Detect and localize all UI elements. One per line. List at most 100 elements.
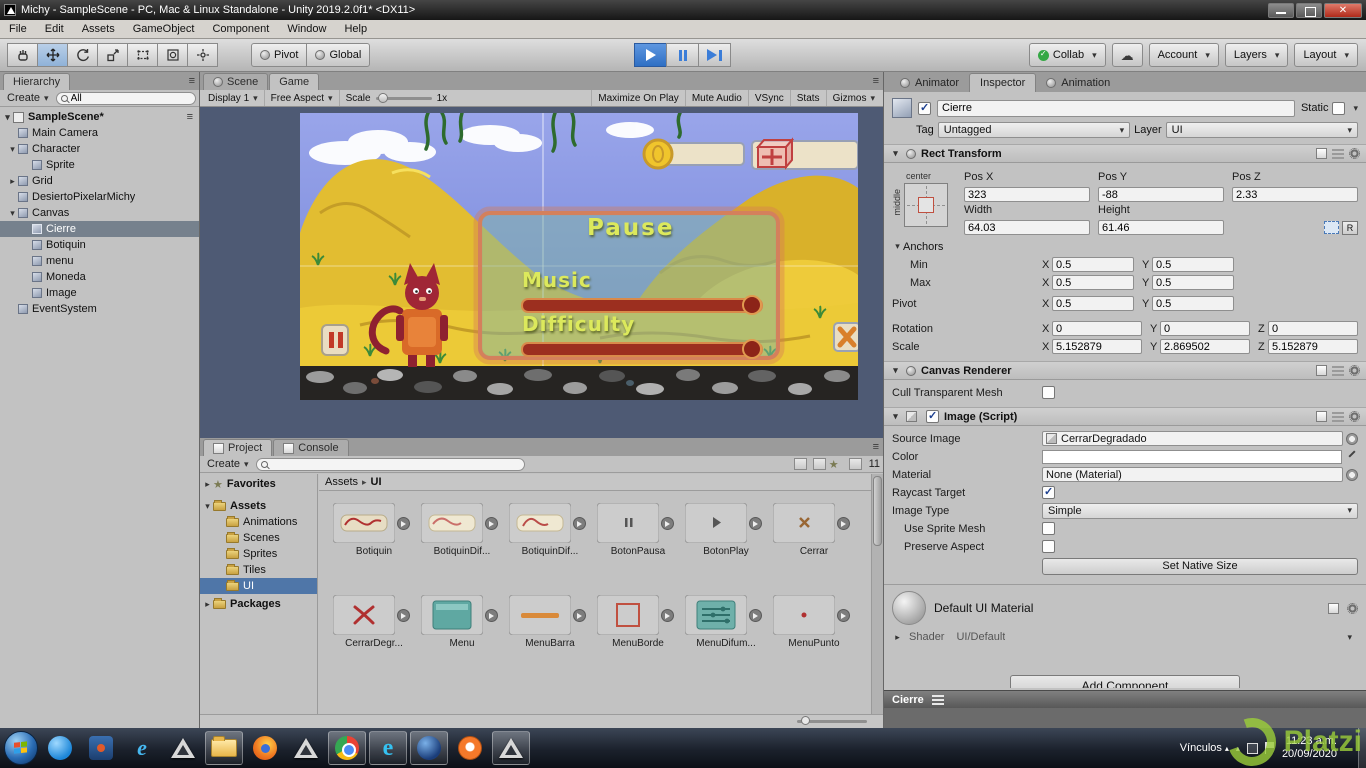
expand-asset-icon[interactable] [749, 609, 762, 622]
folder-sprites[interactable]: Sprites [200, 546, 317, 562]
folder-ui[interactable]: UI [200, 578, 317, 594]
folder-favorites[interactable]: Favorites [200, 476, 317, 492]
folder-animations[interactable]: Animations [200, 514, 317, 530]
as set-botiquindif-1[interactable]: BotiquinDif... [421, 503, 503, 557]
project-search[interactable] [255, 457, 526, 471]
pos-y-field[interactable] [1098, 187, 1224, 202]
move-tool-icon[interactable] [37, 43, 68, 67]
raw-edit-button[interactable]: R [1342, 220, 1358, 235]
pos-x-field[interactable] [964, 187, 1090, 202]
asset-menudifum[interactable]: MenuDifum... [685, 595, 767, 649]
preserve-aspect-checkbox[interactable] [1042, 540, 1055, 553]
menu-edit[interactable]: Edit [36, 20, 73, 38]
preview-options-icon[interactable] [931, 694, 944, 705]
cloud-button[interactable]: ☁ [1111, 43, 1143, 67]
search-by-label-icon[interactable] [812, 458, 826, 470]
panel-menu-icon[interactable] [873, 75, 879, 87]
project-create-button[interactable]: Create [203, 458, 253, 470]
raycast-target-checkbox[interactable] [1042, 485, 1055, 499]
chevron-right-icon[interactable] [202, 479, 213, 490]
breadcrumb-assets[interactable]: Assets [325, 476, 358, 488]
asset-menupunto[interactable]: MenuPunto [773, 595, 855, 649]
tag-dropdown[interactable]: Untagged [937, 122, 1131, 138]
ingame-pause-button[interactable] [321, 324, 349, 356]
expand-asset-icon[interactable] [837, 609, 850, 622]
tree-item-canvas[interactable]: Canvas [0, 205, 199, 221]
tab-game[interactable]: Game [269, 73, 320, 90]
taskbar-firefox-icon[interactable] [246, 731, 284, 765]
chevron-right-icon[interactable] [7, 176, 18, 187]
chevron-down-icon[interactable] [890, 148, 901, 159]
chevron-down-icon[interactable] [890, 365, 901, 376]
expand-asset-icon[interactable] [837, 517, 850, 530]
scale-z-field[interactable] [1268, 339, 1358, 354]
hand-tool-icon[interactable] [7, 43, 38, 67]
object-picker-icon[interactable] [1346, 468, 1358, 481]
tree-item-image[interactable]: Image [0, 285, 199, 301]
rotation-x-field[interactable] [1052, 321, 1142, 336]
action-center-flag-icon[interactable] [1264, 742, 1275, 754]
expand-asset-icon[interactable] [485, 609, 498, 622]
folder-packages[interactable]: Packages [200, 596, 317, 612]
tree-item-botiquin[interactable]: Botiquin [0, 237, 199, 253]
rotation-z-field[interactable] [1268, 321, 1358, 336]
taskbar-edge-icon[interactable]: e [369, 731, 407, 765]
game-render[interactable]: Pause Music Difficulty [300, 113, 858, 400]
scene-options-icon[interactable] [187, 111, 193, 123]
eyedropper-icon[interactable] [1346, 451, 1358, 463]
presets-icon[interactable] [1332, 411, 1344, 422]
tab-animation[interactable]: Animation [1036, 73, 1120, 92]
difficulty-slider[interactable] [521, 342, 763, 357]
expand-asset-icon[interactable] [397, 517, 410, 530]
rect-tool-icon[interactable] [127, 43, 158, 67]
max-x-field[interactable] [1052, 275, 1134, 290]
tray-app-icon[interactable] [1246, 742, 1258, 754]
gizmos-dropdown[interactable]: Gizmos [827, 90, 881, 106]
chevron-down-icon[interactable] [892, 241, 903, 252]
pivot-y-field[interactable] [1152, 296, 1234, 311]
expand-asset-icon[interactable] [485, 517, 498, 530]
tree-item-eventsystem[interactable]: EventSystem [0, 301, 199, 317]
gameobject-name-field[interactable] [937, 99, 1295, 117]
gear-icon[interactable] [1349, 148, 1360, 159]
links-toolbar[interactable]: Vínculos [1180, 742, 1229, 754]
asset-menubarra[interactable]: MenuBarra [509, 595, 591, 649]
taskbar-browser-sphere-icon[interactable] [410, 731, 448, 765]
minimize-button[interactable] [1268, 2, 1294, 18]
layer-dropdown[interactable]: UI [1165, 122, 1358, 138]
folder-assets[interactable]: Assets [200, 498, 317, 514]
height-field[interactable] [1098, 220, 1224, 235]
mute-audio-toggle[interactable]: Mute Audio [686, 90, 749, 106]
static-checkbox[interactable] [1332, 101, 1346, 115]
rect-transform-header[interactable]: Rect Transform [884, 144, 1366, 163]
scene-row[interactable]: SampleScene* [0, 109, 199, 125]
tree-item-menu[interactable]: menu [0, 253, 199, 269]
hierarchy-create-button[interactable]: Create [3, 92, 53, 104]
tree-item-main-camera[interactable]: Main Camera [0, 125, 199, 141]
tab-hierarchy[interactable]: Hierarchy [3, 73, 71, 90]
pivot-x-field[interactable] [1052, 296, 1134, 311]
taskbar-unity-icon[interactable] [287, 731, 325, 765]
menu-component[interactable]: Component [203, 20, 278, 38]
global-toggle[interactable]: Global [306, 43, 371, 67]
canvas-renderer-header[interactable]: Canvas Renderer [884, 361, 1366, 380]
play-button[interactable] [634, 43, 667, 67]
cull-transparent-checkbox[interactable] [1042, 386, 1055, 399]
maximize-button[interactable] [1296, 2, 1322, 18]
inspector-preview-bar[interactable]: Cierre [884, 690, 1366, 708]
custom-tool-icon[interactable] [187, 43, 218, 67]
show-desktop-button[interactable] [1358, 728, 1366, 768]
asset-botiquindif-2[interactable]: BotiquinDif... [509, 503, 591, 557]
help-icon[interactable] [1328, 602, 1339, 614]
pos-z-field[interactable] [1232, 187, 1358, 202]
chevron-down-icon[interactable] [890, 411, 901, 422]
tab-scene[interactable]: Scene [203, 73, 269, 90]
show-hidden-icons[interactable] [1236, 744, 1240, 753]
static-toggle[interactable]: Static [1301, 101, 1358, 115]
chevron-right-icon[interactable] [892, 632, 903, 643]
tab-project[interactable]: Project [203, 439, 273, 456]
hierarchy-search[interactable] [55, 91, 196, 105]
difficulty-slider-knob[interactable] [742, 339, 762, 359]
ingame-close-button[interactable] [833, 322, 858, 352]
taskbar-blender-icon[interactable] [451, 731, 489, 765]
